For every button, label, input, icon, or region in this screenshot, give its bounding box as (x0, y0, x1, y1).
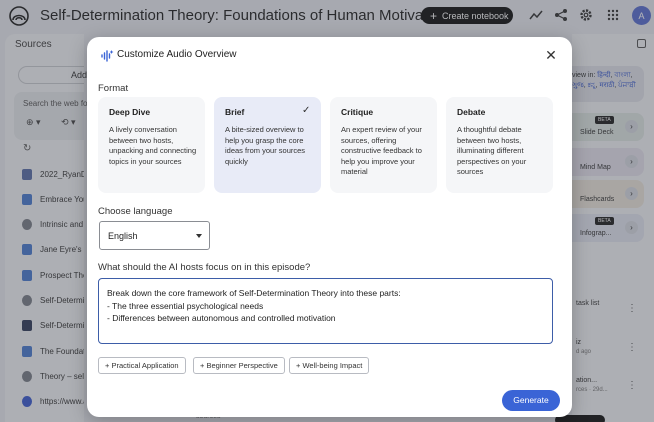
format-option-description: A lively conversation between two hosts,… (109, 125, 197, 166)
focus-label: What should the AI hosts focus on in thi… (98, 262, 311, 273)
language-label: Choose language (98, 206, 173, 217)
format-option-critique[interactable]: Critique An expert review of your sources… (330, 97, 437, 193)
chip-practical-application[interactable]: + Practical Application (98, 357, 186, 374)
format-option-deep-dive[interactable]: Deep Dive A lively conversation between t… (98, 97, 205, 193)
focus-textarea[interactable]: Break down the core framework of Self-De… (98, 278, 553, 344)
dialog-title: Customize Audio Overview (117, 49, 237, 60)
format-option-name: Deep Dive (109, 107, 151, 117)
format-option-name: Debate (457, 107, 486, 117)
format-option-debate[interactable]: Debate A thoughtful debate between two ho… (446, 97, 553, 193)
close-dialog-button[interactable]: ✕ (542, 46, 560, 64)
format-option-name: Brief (225, 107, 245, 117)
dropdown-caret-icon (196, 234, 202, 238)
checkmark-icon: ✓ (302, 105, 311, 116)
format-option-brief[interactable]: Brief A bite-sized overview to help you g… (214, 97, 321, 193)
chip-beginner-perspective[interactable]: + Beginner Perspective (193, 357, 285, 374)
language-select-value: English (108, 231, 138, 241)
audio-waveform-icon (101, 50, 114, 62)
generate-button[interactable]: Generate (502, 390, 560, 411)
customize-audio-dialog: Customize Audio Overview ✕ Format Deep D… (87, 37, 572, 417)
chip-well-being-impact[interactable]: + Well-being Impact (289, 357, 370, 374)
format-option-description: A thoughtful debate between two hosts, i… (457, 125, 527, 176)
format-option-description: An expert review of your sources, offeri… (341, 125, 422, 176)
format-label: Format (98, 83, 129, 94)
format-option-description: A bite-sized overview to help you grasp … (225, 125, 306, 166)
language-select[interactable]: English (99, 221, 210, 250)
format-option-name: Critique (341, 107, 374, 117)
